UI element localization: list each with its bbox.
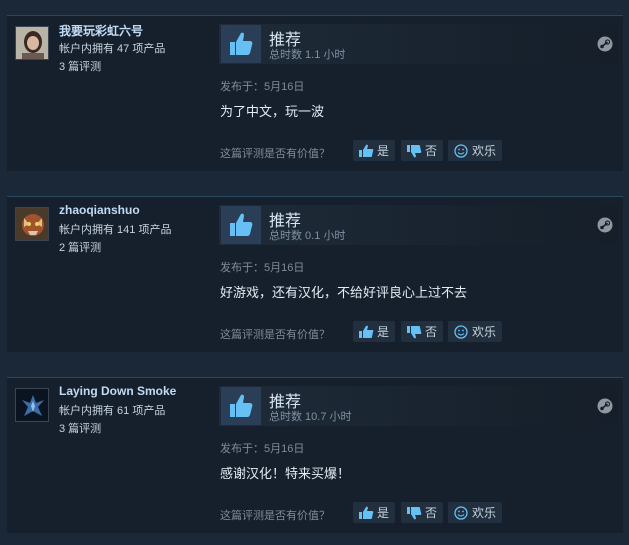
vote-funny-button[interactable]: 欢乐 xyxy=(448,321,502,342)
helpful-prompt: 这篇评测是否有价值？ xyxy=(220,329,330,341)
review-text: 感谢汉化！特来买爆！ xyxy=(220,466,351,481)
author-name[interactable]: 我要玩彩虹六号 xyxy=(59,22,143,39)
vote-yes-label: 是 xyxy=(376,506,389,520)
steam-icon xyxy=(597,36,613,52)
steam-icon xyxy=(597,398,613,414)
author-name[interactable]: Laying Down Smoke xyxy=(59,384,176,398)
vote-no-label: 否 xyxy=(424,506,437,520)
owned-products[interactable]: 帐户内拥有 61 项产品 xyxy=(59,402,165,418)
vote-no-label: 否 xyxy=(424,144,437,158)
avatar[interactable] xyxy=(15,388,49,422)
thumbs-up-icon xyxy=(221,387,261,425)
author-name[interactable]: zhaoqianshuo xyxy=(59,203,140,217)
vote-no-button[interactable]: 否 xyxy=(401,321,443,342)
avatar[interactable] xyxy=(15,26,49,60)
posted-date: 发布于：5月16日 xyxy=(220,443,305,455)
playtime-hours: 总时数 10.7 小时 xyxy=(269,411,352,423)
vote-no-label: 否 xyxy=(424,325,437,339)
review-count[interactable]: 3 篇评测 xyxy=(59,58,101,74)
thumbs-down-icon xyxy=(406,506,422,519)
vote-yes-button[interactable]: 是 xyxy=(353,140,395,161)
vote-funny-button[interactable]: 欢乐 xyxy=(448,140,502,161)
vote-yes-button[interactable]: 是 xyxy=(353,502,395,523)
thumbs-up-icon xyxy=(358,325,374,338)
owned-products[interactable]: 帐户内拥有 47 项产品 xyxy=(59,40,165,56)
smiley-icon xyxy=(454,505,468,520)
owned-products[interactable]: 帐户内拥有 141 项产品 xyxy=(59,221,171,237)
playtime-hours: 总时数 0.1 小时 xyxy=(269,230,346,242)
playtime-hours: 总时数 1.1 小时 xyxy=(269,49,346,61)
smiley-icon xyxy=(454,143,468,158)
vote-header[interactable]: 推荐 总时数 10.7 小时 xyxy=(219,386,617,426)
thumbs-up-icon xyxy=(358,144,374,157)
avatar[interactable] xyxy=(15,207,49,241)
vote-funny-label: 欢乐 xyxy=(472,144,497,158)
posted-date: 发布于：5月16日 xyxy=(220,81,305,93)
helpful-prompt: 这篇评测是否有价值？ xyxy=(220,148,330,160)
thumbs-up-icon xyxy=(221,206,261,244)
vote-header[interactable]: 推荐 总时数 0.1 小时 xyxy=(219,205,617,245)
thumbs-up-icon xyxy=(358,506,374,519)
review-count[interactable]: 2 篇评测 xyxy=(59,239,101,255)
review-card: zhaoqianshuo 帐户内拥有 141 项产品 2 篇评测 推荐 总时数 … xyxy=(7,196,623,352)
vote-funny-button[interactable]: 欢乐 xyxy=(448,502,502,523)
review-text: 为了中文，玩一波 xyxy=(220,104,325,119)
review-count[interactable]: 3 篇评测 xyxy=(59,420,101,436)
smiley-icon xyxy=(454,324,468,339)
steam-icon xyxy=(597,217,613,233)
vote-no-button[interactable]: 否 xyxy=(401,502,443,523)
review-card: 我要玩彩虹六号 帐户内拥有 47 项产品 3 篇评测 推荐 总时数 1.1 小时… xyxy=(7,15,623,171)
review-card: Laying Down Smoke 帐户内拥有 61 项产品 3 篇评测 推荐 … xyxy=(7,377,623,533)
vote-header[interactable]: 推荐 总时数 1.1 小时 xyxy=(219,24,617,64)
vote-no-button[interactable]: 否 xyxy=(401,140,443,161)
vote-funny-label: 欢乐 xyxy=(472,325,497,339)
thumbs-down-icon xyxy=(406,325,422,338)
thumbs-up-icon xyxy=(221,25,261,63)
vote-yes-label: 是 xyxy=(376,325,389,339)
vote-yes-label: 是 xyxy=(376,144,389,158)
thumbs-down-icon xyxy=(406,144,422,157)
vote-funny-label: 欢乐 xyxy=(472,506,497,520)
posted-date: 发布于：5月16日 xyxy=(220,262,305,274)
helpful-prompt: 这篇评测是否有价值？ xyxy=(220,510,330,522)
review-text: 好游戏，还有汉化，不给好评良心上过不去 xyxy=(220,285,468,300)
vote-yes-button[interactable]: 是 xyxy=(353,321,395,342)
